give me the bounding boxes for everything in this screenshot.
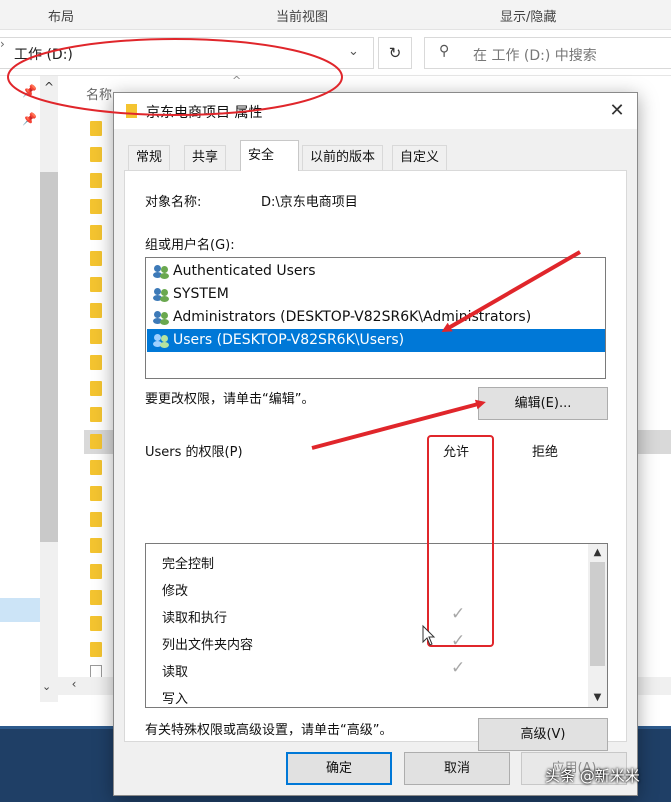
group-user-list[interactable]: Authenticated Users SYSTEM Administrator…	[145, 257, 606, 379]
address-text: 工作 (D:)	[14, 47, 73, 63]
permission-name: 修改	[162, 584, 189, 599]
permission-name: 读取和执行	[162, 611, 228, 626]
user-name: Administrators (DESKTOP-V82SR6K\Administ…	[173, 309, 532, 325]
search-input[interactable]: ⚲ 在 工作 (D:) 中搜索	[424, 37, 671, 69]
permissions-scrollbar-thumb[interactable]	[590, 562, 605, 666]
user-name: Users (DESKTOP-V82SR6K\Users)	[173, 332, 405, 348]
folder-icon	[90, 225, 102, 240]
group-users-label: 组或用户名(G):	[145, 238, 235, 253]
folder-icon	[90, 616, 102, 631]
folder-icon	[90, 303, 102, 318]
nav-scrollbar-thumb[interactable]	[40, 172, 58, 542]
chevron-down-icon[interactable]: ⌄	[348, 44, 359, 59]
permission-name: 读取	[162, 665, 189, 680]
address-row: › 工作 (D:) ⌄ ↻ ⚲ 在 工作 (D:) 中搜索	[0, 30, 671, 76]
tab-customize[interactable]: 自定义	[392, 145, 448, 170]
permissions-label: Users 的权限(P)	[145, 445, 243, 460]
permission-name: 写入	[162, 692, 189, 707]
allow-check-icon: ✓	[451, 631, 466, 651]
scroll-down-icon[interactable]: ⌄	[42, 680, 51, 693]
folder-icon	[90, 512, 102, 527]
refresh-button[interactable]: ↻	[378, 37, 412, 69]
users-icon	[153, 310, 170, 325]
security-panel: 对象名称: D:\京东电商项目 组或用户名(G): Authenticated …	[124, 170, 627, 751]
edit-hint: 要更改权限，请单击“编辑”。	[145, 392, 315, 407]
nav-selected-item[interactable]	[0, 598, 40, 622]
search-placeholder: 在 工作 (D:) 中搜索	[473, 48, 597, 64]
user-list-item[interactable]: Administrators (DESKTOP-V82SR6K\Administ…	[147, 306, 605, 329]
ribbon-current-view[interactable]: 当前视图	[276, 6, 328, 25]
refresh-icon: ↻	[388, 44, 402, 62]
pin-icon[interactable]: 📌	[22, 84, 37, 98]
dialog-titlebar[interactable]: 京东电商项目 属性 ✕	[114, 93, 637, 129]
folder-icon	[90, 590, 102, 605]
dialog-title: 京东电商项目 属性	[146, 105, 263, 121]
folder-icon	[90, 564, 102, 579]
user-list-item[interactable]: Authenticated Users	[147, 260, 605, 283]
permission-row: 列出文件夹内容 ✓	[146, 629, 586, 656]
permission-row: 写入	[146, 683, 586, 707]
folder-icon	[90, 407, 102, 422]
advanced-hint: 有关特殊权限或高级设置，请单击“高级”。	[145, 723, 393, 738]
permission-row: 读取和执行 ✓	[146, 602, 586, 629]
allow-header: 允许	[443, 445, 470, 460]
folder-icon	[126, 104, 137, 118]
folder-icon	[90, 434, 102, 449]
tab-general[interactable]: 常规	[128, 145, 171, 170]
allow-check-icon: ✓	[451, 604, 466, 624]
user-list-item-selected[interactable]: Users (DESKTOP-V82SR6K\Users)	[147, 329, 605, 352]
ribbon-layout[interactable]: 布局	[48, 6, 74, 25]
edit-button[interactable]: 编辑(E)...	[478, 387, 608, 420]
permission-row: 完全控制	[146, 548, 586, 575]
user-name: SYSTEM	[173, 286, 229, 302]
permission-name: 完全控制	[162, 557, 215, 572]
object-name-value: D:\京东电商项目	[261, 195, 358, 210]
tab-sharing[interactable]: 共享	[184, 145, 227, 170]
deny-header: 拒绝	[532, 445, 559, 460]
folder-icon	[90, 538, 102, 553]
folder-icon	[90, 173, 102, 188]
folder-icon	[90, 460, 102, 475]
folder-icon	[90, 642, 102, 657]
permissions-list[interactable]: 完全控制 修改 读取和执行 ✓ 列出文件夹内容 ✓ 读取 ✓ 写入 ▲ ▼	[145, 543, 608, 708]
object-name-label: 对象名称:	[145, 195, 202, 210]
properties-dialog: 京东电商项目 属性 ✕ 常规 共享 安全 以前的版本 自定义 对象名称: D:\…	[113, 92, 638, 796]
users-icon	[153, 264, 170, 279]
permission-name: 列出文件夹内容	[162, 638, 254, 653]
allow-check-icon: ✓	[451, 658, 466, 678]
scroll-down-icon[interactable]: ▼	[588, 692, 607, 703]
pin-icon[interactable]: 📌	[22, 112, 37, 126]
folder-icon	[90, 381, 102, 396]
folder-icon	[90, 277, 102, 292]
user-list-item[interactable]: SYSTEM	[147, 283, 605, 306]
permission-row: 读取 ✓	[146, 656, 586, 683]
folder-icon	[90, 486, 102, 501]
scroll-up-icon[interactable]: ^	[44, 80, 54, 94]
search-icon: ⚲	[439, 43, 450, 59]
sort-ascending-icon: ^	[232, 74, 242, 87]
folder-icon	[90, 121, 102, 136]
address-bar[interactable]: 工作 (D:) ⌄	[0, 37, 374, 69]
permission-row: 修改	[146, 575, 586, 602]
ok-button[interactable]: 确定	[286, 752, 392, 785]
close-icon[interactable]: ✕	[602, 97, 632, 125]
scroll-up-icon[interactable]: ▲	[588, 547, 607, 558]
scroll-left-icon[interactable]: ‹	[64, 677, 84, 695]
column-name-header[interactable]: 名称	[86, 84, 112, 103]
folder-icon	[90, 251, 102, 266]
folder-icon	[90, 199, 102, 214]
watermark: 头条 @新米米	[545, 767, 640, 785]
user-name: Authenticated Users	[173, 263, 316, 279]
users-icon	[153, 333, 170, 348]
folder-icon	[90, 355, 102, 370]
folder-icon	[90, 147, 102, 162]
tab-previous-versions[interactable]: 以前的版本	[302, 145, 384, 170]
ribbon-show-hide[interactable]: 显示/隐藏	[500, 6, 556, 25]
advanced-button[interactable]: 高级(V)	[478, 718, 608, 751]
ribbon: 布局 当前视图 显示/隐藏	[0, 0, 671, 30]
cancel-button[interactable]: 取消	[404, 752, 510, 785]
tab-security[interactable]: 安全	[240, 140, 299, 171]
folder-icon	[90, 329, 102, 344]
users-icon	[153, 287, 170, 302]
